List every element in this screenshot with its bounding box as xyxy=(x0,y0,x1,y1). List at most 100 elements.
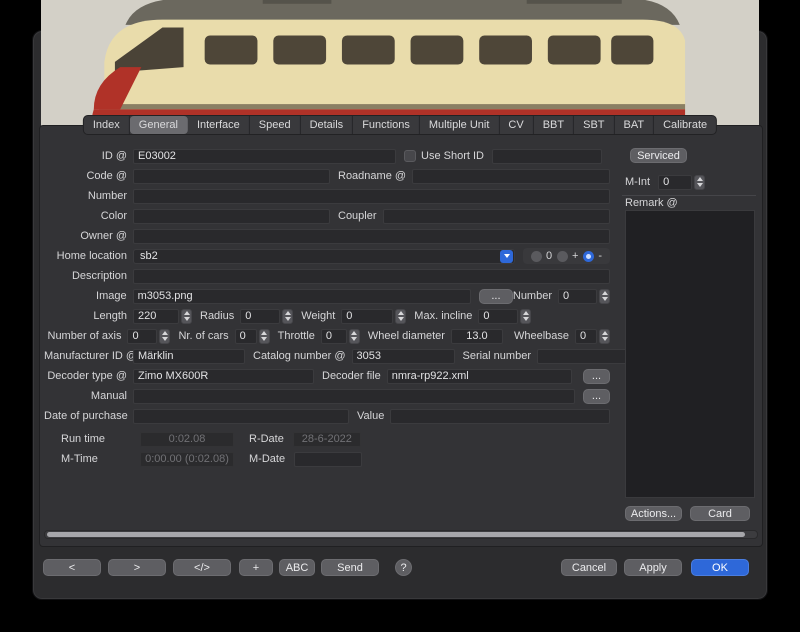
description-input[interactable] xyxy=(133,269,610,284)
tab-details[interactable]: Details xyxy=(301,116,354,134)
manufacturer-id-input[interactable] xyxy=(133,349,245,364)
horizontal-scrollbar[interactable] xyxy=(44,530,758,539)
stepper-icon[interactable] xyxy=(349,329,360,344)
run-time-field xyxy=(140,432,234,447)
description-label: Description xyxy=(44,270,127,282)
card-button[interactable]: Card xyxy=(690,506,750,521)
m-int-input[interactable] xyxy=(658,175,692,190)
short-id-input[interactable] xyxy=(492,149,602,164)
stepper-icon[interactable] xyxy=(520,309,531,324)
tab-general[interactable]: General xyxy=(130,116,188,134)
tab-speed[interactable]: Speed xyxy=(250,116,301,134)
home-location-combobox[interactable]: sb2 xyxy=(133,249,515,264)
max-incline-input[interactable] xyxy=(478,309,518,324)
send-button[interactable]: Send xyxy=(321,559,379,576)
radio-selected-icon xyxy=(583,251,594,262)
serviced-button[interactable]: Serviced xyxy=(630,148,687,163)
value-label: Value xyxy=(357,410,384,422)
apply-button[interactable]: Apply xyxy=(624,559,682,576)
cancel-button[interactable]: Cancel xyxy=(561,559,617,576)
coupler-input[interactable] xyxy=(383,209,610,224)
wheelbase-input[interactable] xyxy=(575,329,597,344)
nr-of-cars-input[interactable] xyxy=(235,329,257,344)
previous-loco-button[interactable]: < xyxy=(43,559,101,576)
placing-option-minus[interactable]: - xyxy=(583,250,602,262)
tab-bbt[interactable]: BBT xyxy=(534,116,574,134)
nr-of-cars-spinner xyxy=(235,329,270,344)
abc-sort-button[interactable]: ABC xyxy=(279,559,315,576)
home-location-dropdown-button[interactable] xyxy=(500,250,513,263)
stepper-icon[interactable] xyxy=(599,329,610,344)
wheelbase-label: Wheelbase xyxy=(514,330,569,342)
stepper-icon[interactable] xyxy=(282,309,293,324)
throttle-input[interactable] xyxy=(321,329,347,344)
image-input[interactable] xyxy=(133,289,471,304)
wheel-diameter-input[interactable] xyxy=(451,329,503,344)
loco-image-panel xyxy=(41,56,759,109)
throttle-spinner xyxy=(321,329,360,344)
m-date-label: M-Date xyxy=(249,453,285,465)
date-of-purchase-input[interactable] xyxy=(133,409,349,424)
tab-cv[interactable]: CV xyxy=(499,116,533,134)
decoder-type-input[interactable] xyxy=(133,369,314,384)
tab-functions[interactable]: Functions xyxy=(353,116,420,134)
date-of-purchase-label: Date of purchase xyxy=(44,410,127,422)
stepper-icon[interactable] xyxy=(694,175,705,190)
decoder-file-input[interactable] xyxy=(387,369,572,384)
owner-input[interactable] xyxy=(133,229,610,244)
stepper-icon[interactable] xyxy=(159,329,170,344)
color-input[interactable] xyxy=(133,209,330,224)
remark-textarea[interactable] xyxy=(625,210,755,498)
placing-option-zero[interactable]: 0 xyxy=(531,250,552,262)
manual-input[interactable] xyxy=(133,389,575,404)
tab-calibrate[interactable]: Calibrate xyxy=(654,116,716,134)
use-short-id-checkbox[interactable] xyxy=(404,150,416,162)
image-number-input[interactable] xyxy=(558,289,597,304)
help-button[interactable]: ? xyxy=(395,559,412,576)
roadname-label: Roadname @ xyxy=(338,170,406,182)
tab-multiple-unit[interactable]: Multiple Unit xyxy=(420,116,500,134)
roadname-input[interactable] xyxy=(412,169,610,184)
placing-option-plus[interactable]: + xyxy=(557,250,578,262)
number-of-axis-input[interactable] xyxy=(127,329,157,344)
value-input[interactable] xyxy=(390,409,610,424)
stepper-icon[interactable] xyxy=(395,309,406,324)
weight-spinner xyxy=(341,309,406,324)
radio-icon xyxy=(531,251,542,262)
tab-interface[interactable]: Interface xyxy=(188,116,250,134)
image-browse-button[interactable]: ... xyxy=(479,289,513,304)
radio-icon xyxy=(557,251,568,262)
stepper-icon[interactable] xyxy=(181,309,192,324)
code-label: Code @ xyxy=(44,170,127,182)
stepper-icon[interactable] xyxy=(259,329,270,344)
xml-toggle-button[interactable]: </> xyxy=(173,559,231,576)
length-input[interactable] xyxy=(133,309,179,324)
tab-bat[interactable]: BAT xyxy=(615,116,655,134)
length-spinner xyxy=(133,309,192,324)
m-date-input[interactable] xyxy=(294,452,362,467)
actions-button[interactable]: Actions... xyxy=(625,506,682,521)
scrollbar-thumb[interactable] xyxy=(47,532,745,537)
ok-button[interactable]: OK xyxy=(691,559,749,576)
catalog-number-input[interactable] xyxy=(352,349,455,364)
tab-sbt[interactable]: SBT xyxy=(574,116,614,134)
number-input[interactable] xyxy=(133,189,610,204)
add-loco-button[interactable]: + xyxy=(239,559,273,576)
length-label: Length xyxy=(44,310,127,322)
weight-input[interactable] xyxy=(341,309,393,324)
decoder-file-label: Decoder file xyxy=(322,370,381,382)
tab-index[interactable]: Index xyxy=(84,116,130,134)
decoder-type-label: Decoder type @ xyxy=(44,370,127,382)
decoder-file-browse-button[interactable]: ... xyxy=(583,369,610,384)
id-label: ID @ xyxy=(44,150,127,162)
next-loco-button[interactable]: > xyxy=(108,559,166,576)
number-label: Number xyxy=(44,190,127,202)
radius-input[interactable] xyxy=(240,309,280,324)
m-int-label: M-Int xyxy=(625,176,650,188)
id-input[interactable] xyxy=(133,149,396,164)
manual-browse-button[interactable]: ... xyxy=(583,389,610,404)
code-input[interactable] xyxy=(133,169,330,184)
stepper-icon[interactable] xyxy=(599,289,610,304)
m-int-spinner xyxy=(658,175,705,190)
use-short-id-label: Use Short ID xyxy=(421,150,484,162)
